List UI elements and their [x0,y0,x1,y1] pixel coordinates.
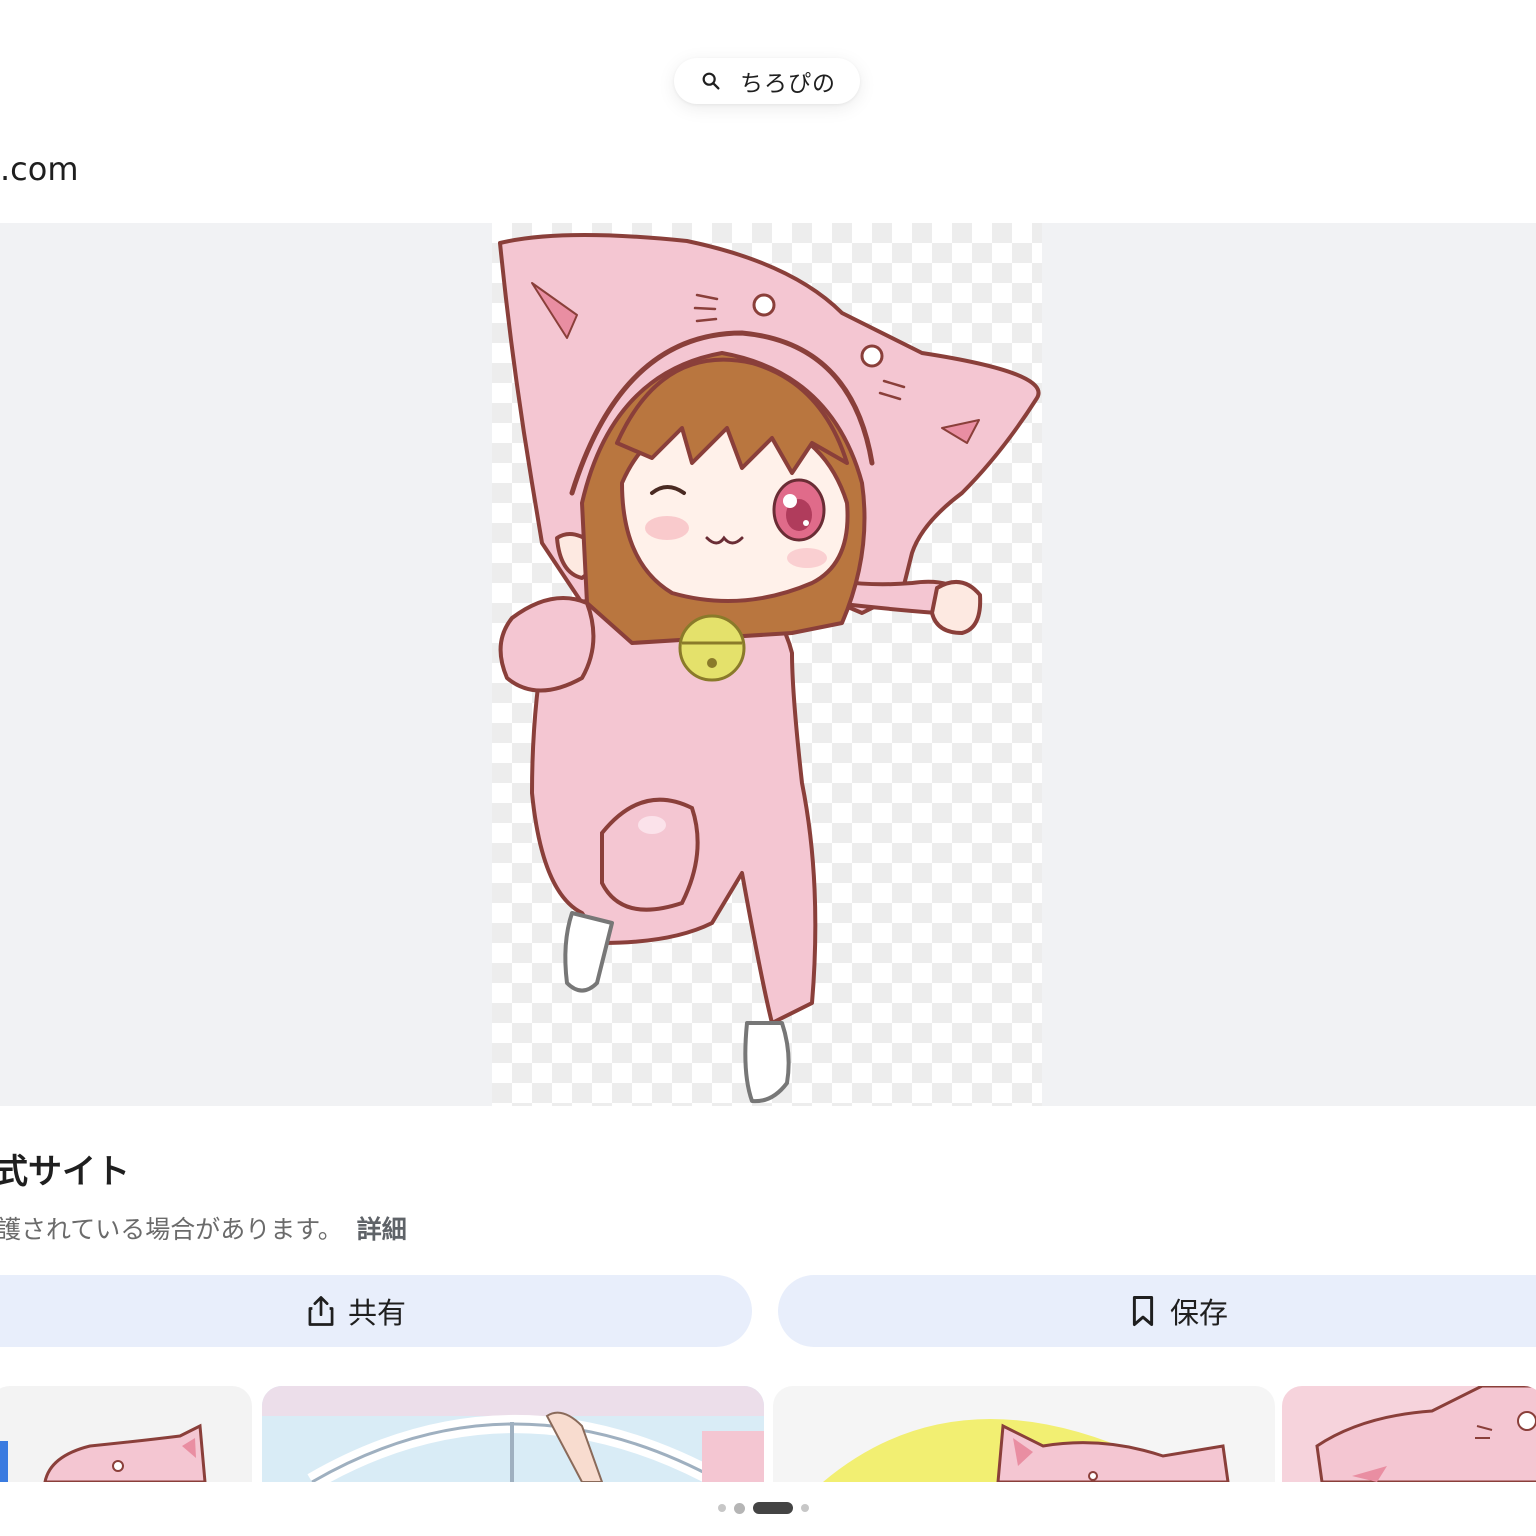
image-viewer[interactable] [0,223,1536,1106]
share-icon [308,1296,334,1326]
search-bar[interactable]: ちろぴの [674,58,860,104]
bookmark-icon [1132,1295,1154,1327]
search-icon [702,72,720,90]
result-domain[interactable]: .com [0,150,79,188]
details-link[interactable]: 詳細 [357,1215,407,1244]
related-thumbnail[interactable] [262,1386,764,1482]
related-thumbnail-image [0,1423,207,1482]
related-thumbnail[interactable] [1282,1386,1536,1482]
share-button[interactable]: 共有 [0,1275,752,1347]
pager-dot [801,1504,809,1512]
pager-dot-active [753,1502,793,1514]
save-label: 保存 [1169,1296,1228,1330]
pager-dot [718,1504,726,1512]
related-thumbnail-image [262,1386,764,1482]
related-thumbnail[interactable] [0,1386,252,1482]
related-thumbnail-image [1315,1386,1536,1482]
pager-indicator [718,1502,809,1514]
search-query: ちろぴの [740,71,836,97]
copyright-notice-text: 護されている場合があります。 [0,1215,343,1244]
result-site-title[interactable]: 式サイト [0,1144,130,1193]
copyright-notice: 護されている場合があります。 詳細 [0,1210,407,1246]
chibi-cat-hood-illustration [498,233,1041,1104]
related-thumbnail[interactable] [773,1386,1275,1482]
pager-dot [734,1502,745,1514]
save-button[interactable]: 保存 [778,1275,1536,1347]
related-thumbnail-image [823,1419,1230,1482]
share-label: 共有 [347,1296,406,1330]
